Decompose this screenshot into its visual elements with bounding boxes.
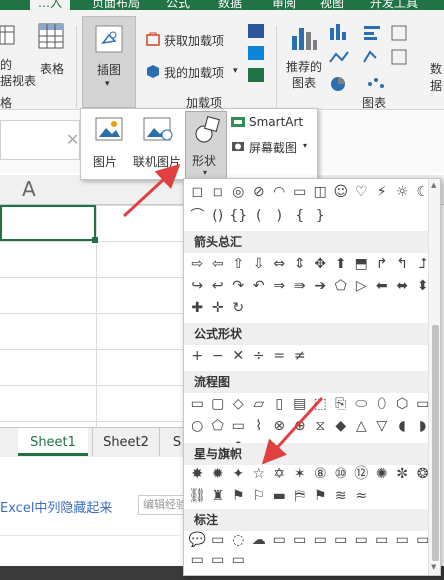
arrow-to-shapes-icon — [122, 163, 181, 218]
annotation-arrows — [122, 163, 324, 465]
arrow-to-star-icon — [261, 396, 324, 465]
